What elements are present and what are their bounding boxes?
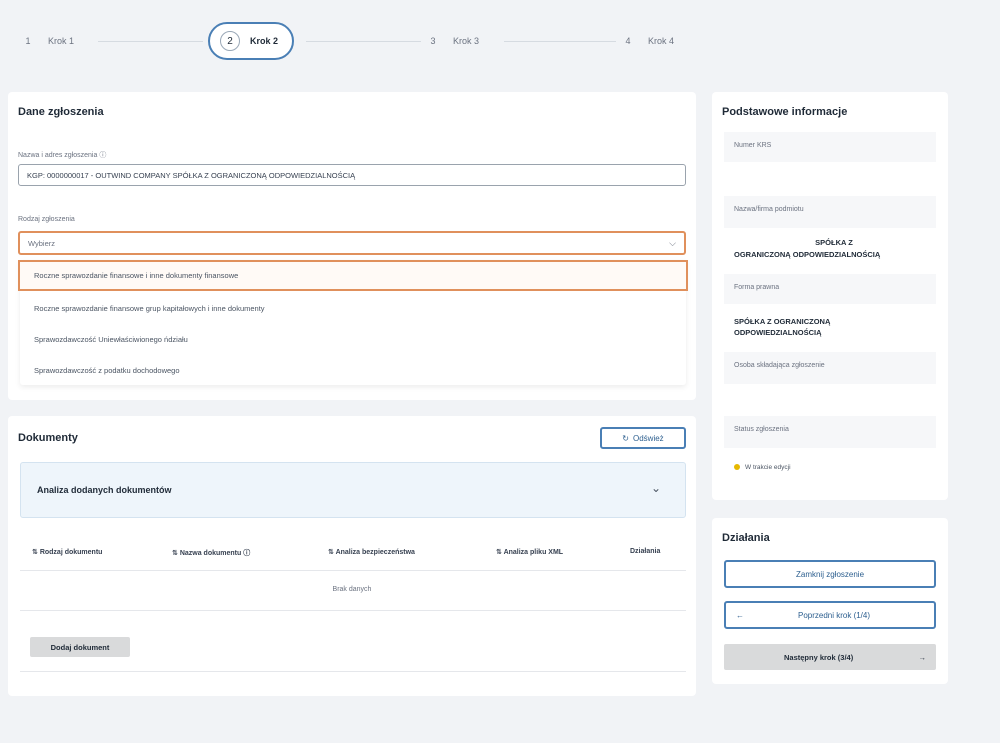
legal-form-label: Forma prawna	[724, 274, 936, 304]
status-value: W trakcie edycji	[745, 464, 791, 471]
column-header[interactable]: ⇅ Analiza bezpieczeństwa	[328, 548, 415, 556]
add-document-button[interactable]: Dodaj dokument	[30, 637, 130, 657]
column-header[interactable]: ⇅ Nazwa dokumentu ⓘ	[172, 548, 250, 558]
type-dropdown-menu: Roczne sprawozdanie finansowe i inne dok…	[18, 260, 688, 386]
column-header: Działania	[630, 548, 661, 555]
refresh-button[interactable]: ↻ Odśwież	[600, 427, 686, 449]
dropdown-option[interactable]: Roczne sprawozdanie finansowe i inne dok…	[18, 260, 688, 291]
arrow-right-icon: →	[918, 652, 927, 662]
step-4-label: Krok 4	[648, 36, 675, 46]
step-connector	[306, 41, 421, 42]
step-2-number: 2	[220, 31, 240, 51]
dropdown-option[interactable]: Sprawozdawczość Uniewłaściwionego ńdział…	[20, 324, 686, 355]
type-field-label: Rodzaj zgłoszenia	[18, 216, 75, 223]
stepper: 1 Krok 1 2 Krok 2 3 Krok 3 4 Krok 4	[18, 22, 698, 60]
company-name-value-line2: OGRANICZONĄ ODPOWIEDZIALNOŚCIĄ	[734, 250, 881, 259]
documents-title: Dokumenty	[18, 432, 78, 444]
documents-card: Dokumenty ↻ Odśwież Analiza dodanych dok…	[8, 416, 696, 696]
info-title: Podstawowe informacje	[722, 106, 848, 118]
dropdown-option[interactable]: Roczne sprawozdanie finansowe grup kapit…	[20, 293, 686, 324]
table-divider	[20, 570, 686, 571]
table-divider	[20, 610, 686, 611]
next-step-label: Następny krok (3/4)	[784, 652, 854, 662]
owner-field-label: Nazwa i adres zgłoszenia ⓘ	[18, 152, 107, 159]
step-1[interactable]: 1 Krok 1	[18, 22, 74, 60]
previous-step-button[interactable]: ← Poprzedni krok (1/4)	[724, 601, 936, 629]
submitter-label: Osoba składająca zgłoszenie	[724, 352, 936, 384]
refresh-button-label: Odśwież	[633, 433, 664, 443]
status-label: Status zgłoszenia	[724, 416, 936, 448]
step-3-number: 3	[430, 36, 436, 46]
step-connector	[98, 41, 203, 42]
owner-input[interactable]: KGP: 0000000017 - OUTWIND COMPANY SPÓŁKA…	[18, 164, 686, 186]
step-2-label: Krok 2	[250, 36, 279, 46]
legal-form-value: SPÓŁKA Z OGRANICZONĄ ODPOWIEDZIALNOŚCIĄ	[734, 317, 831, 337]
column-header[interactable]: ⇅ Rodzaj dokumentu	[32, 548, 102, 556]
dropdown-option[interactable]: Sprawozdawczość z podatku dochodowego	[20, 355, 686, 386]
step-4[interactable]: 4 Krok 4	[618, 22, 674, 60]
step-2[interactable]: 2 Krok 2	[208, 22, 295, 60]
type-select[interactable]: Wybierz ⌵	[18, 231, 686, 255]
actions-title: Działania	[722, 532, 770, 544]
step-1-number: 1	[25, 36, 31, 46]
krs-label: Numer KRS	[724, 132, 936, 162]
status-dot-icon	[734, 464, 740, 471]
next-step-button[interactable]: Następny krok (3/4) →	[724, 644, 936, 670]
step-4-number: 4	[625, 36, 631, 46]
previous-step-label: Poprzedni krok (1/4)	[797, 610, 871, 620]
step-connector	[504, 41, 616, 42]
table-divider	[20, 671, 686, 672]
chevron-down-icon: ⌵	[669, 237, 676, 248]
column-header[interactable]: ⇅ Analiza pliku XML	[496, 548, 563, 556]
company-name-value-line1: SPÓŁKA Z	[815, 238, 853, 247]
accordion-title: Analiza dodanych dokumentów	[37, 485, 172, 495]
status-badge: W trakcie edycji	[734, 464, 791, 471]
type-select-value: Wybierz	[28, 238, 56, 248]
form-title: Dane zgłoszenia	[18, 106, 104, 118]
refresh-icon: ↻	[622, 433, 629, 443]
company-name-label: Nazwa/firma podmiotu	[724, 196, 936, 228]
step-3-label: Krok 3	[453, 36, 480, 46]
close-submission-button[interactable]: Zamknij zgłoszenie	[724, 560, 936, 588]
empty-table-text: Brak danych	[332, 586, 372, 593]
actions-card: Działania Zamknij zgłoszenie ← Poprzedni…	[712, 518, 948, 684]
document-analysis-accordion[interactable]: Analiza dodanych dokumentów ⌄	[20, 462, 686, 518]
arrow-left-icon: ←	[736, 610, 744, 620]
submission-data-card: Dane zgłoszenia Nazwa i adres zgłoszenia…	[8, 92, 696, 400]
step-3[interactable]: 3 Krok 3	[423, 22, 479, 60]
chevron-down-icon: ⌄	[650, 481, 661, 495]
step-1-label: Krok 1	[48, 36, 75, 46]
basic-info-card: Podstawowe informacje Numer KRS Nazwa/fi…	[712, 92, 948, 500]
